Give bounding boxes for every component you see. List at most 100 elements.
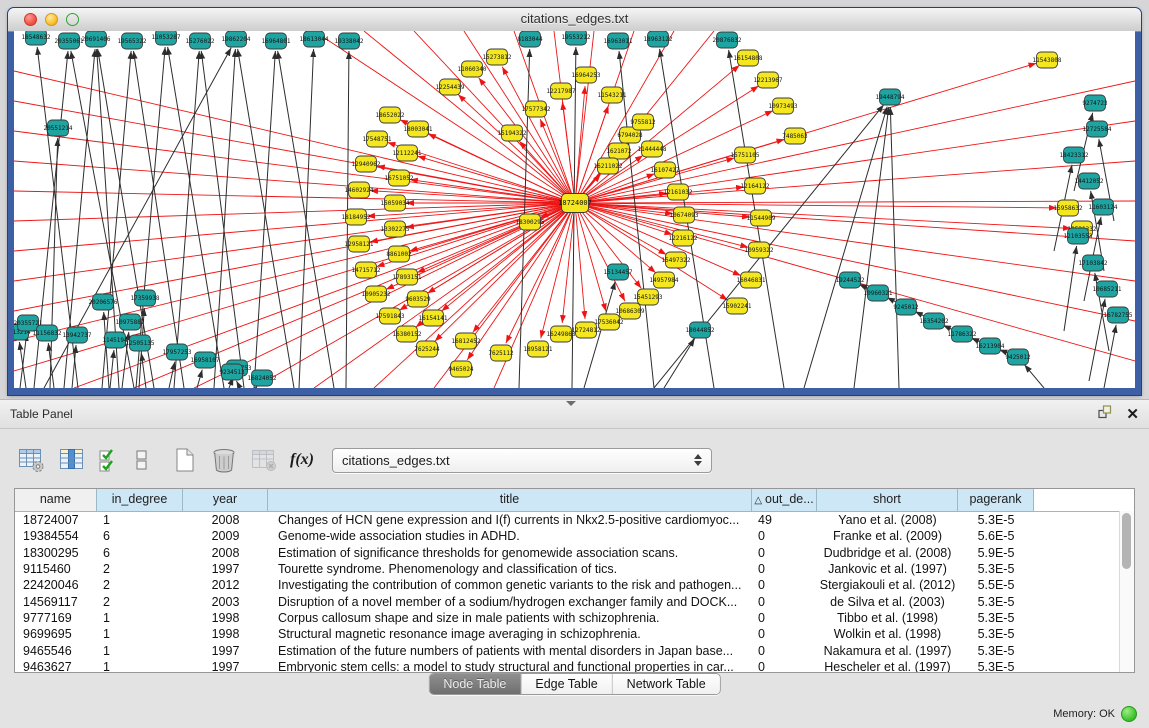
graph-node[interactable]: 19565322 (118, 33, 147, 49)
graph-node[interactable]: 13302275 (381, 221, 410, 237)
rows-icon[interactable] (134, 447, 150, 473)
graph-node[interactable]: 11156832 (33, 325, 62, 341)
table-row[interactable]: 2242004622012Investigating the contribut… (15, 577, 1134, 593)
column-header-in_degree[interactable]: in_degree (97, 489, 183, 511)
graph-node[interactable]: 17359938 (131, 290, 160, 306)
tab-node-table[interactable]: Node Table (429, 674, 521, 694)
column-header-pagerank[interactable]: pagerank (958, 489, 1034, 511)
graph-node[interactable]: 14412052 (1075, 173, 1104, 189)
graph-node[interactable]: 18184952 (342, 209, 371, 225)
graph-node[interactable]: 18423312 (1060, 147, 1089, 163)
graph-node[interactable]: 19448794 (876, 89, 905, 105)
graph-node[interactable]: 18963122 (644, 31, 673, 47)
graph-node[interactable]: 10686309 (616, 303, 645, 319)
graph-node[interactable]: 11060340 (458, 61, 487, 77)
window-titlebar[interactable]: citations_edges.txt (8, 8, 1141, 32)
graph-node[interactable]: 11053287 (152, 31, 181, 45)
minimize-window-icon[interactable] (45, 13, 58, 26)
graph-node[interactable]: 15751105 (731, 147, 760, 163)
graph-node[interactable]: 7485063 (782, 128, 808, 144)
graph-node[interactable]: 12103553 (1064, 228, 1093, 244)
graph-node[interactable]: 8183044 (517, 31, 543, 47)
row-check-icon[interactable] (98, 447, 122, 473)
graph-node[interactable]: 16964801 (262, 33, 291, 49)
graph-node[interactable]: 18003041 (404, 121, 433, 137)
tab-network-table[interactable]: Network Table (613, 674, 720, 694)
graph-node[interactable]: 18300295 (516, 214, 545, 230)
float-panel-icon[interactable] (1098, 405, 1112, 424)
graph-node[interactable]: 17893151 (393, 269, 422, 285)
network-canvas[interactable]: 1865202217548751129409621460292418184952… (14, 31, 1135, 388)
graph-node[interactable]: 9245012 (893, 299, 919, 315)
graph-node[interactable]: 11543211 (598, 87, 627, 103)
graph-node[interactable]: 12725584 (1083, 121, 1112, 137)
graph-node[interactable]: 16354202 (920, 313, 949, 329)
graph-node[interactable]: 9755812 (630, 114, 656, 130)
graph-node[interactable]: 10959322 (745, 242, 774, 258)
close-window-icon[interactable] (24, 13, 37, 26)
graph-node[interactable]: 16107427 (651, 162, 680, 178)
column-header-short[interactable]: short (817, 489, 958, 511)
graph-node[interactable]: 15059034 (381, 195, 410, 211)
graph-node[interactable]: 15451293 (634, 289, 663, 305)
graph-node[interactable]: 14602924 (345, 182, 374, 198)
graph-node[interactable]: 15276022 (186, 33, 215, 49)
table-row[interactable]: 946362711997Embryonic stem cells: a mode… (15, 659, 1134, 673)
graph-node[interactable]: 15958632 (1054, 200, 1083, 216)
graph-node[interactable]: 15273812 (483, 49, 512, 65)
graph-node[interactable]: 9603529 (405, 291, 431, 307)
memory-status-icon[interactable] (1121, 706, 1137, 722)
graph-node[interactable]: 19862204 (222, 31, 251, 47)
graph-node[interactable]: 12940962 (352, 156, 381, 172)
graph-node[interactable]: 19338042 (335, 33, 364, 49)
graph-node[interactable]: 16211022 (594, 158, 623, 174)
graph-node[interactable]: 10960321 (864, 285, 893, 301)
function-icon[interactable]: f(x) (290, 451, 314, 469)
graph-node[interactable]: 16824052 (248, 370, 277, 386)
graph-node[interactable]: 20876832 (713, 32, 742, 48)
graph-node[interactable]: 10973493 (769, 98, 798, 114)
graph-node[interactable]: 20691406 (82, 31, 111, 47)
graph-node[interactable]: 8861002 (386, 246, 412, 262)
graph-node[interactable]: 18548632 (22, 31, 51, 45)
graph-node[interactable]: 9465024 (448, 361, 474, 377)
table-row[interactable]: 946554611997Estimation of the future num… (15, 642, 1134, 658)
graph-node[interactable]: 16751052 (385, 170, 414, 186)
graph-node[interactable]: 9274723 (1082, 95, 1108, 111)
graph-node[interactable]: 10905232 (362, 286, 391, 302)
graph-node[interactable]: 10685211 (1093, 281, 1122, 297)
vertical-scrollbar[interactable] (1119, 511, 1134, 672)
graph-node[interactable]: 16782755 (1104, 307, 1133, 323)
graph-node[interactable]: 20355061 (55, 33, 84, 49)
graph-node[interactable]: 16213904 (976, 338, 1005, 354)
graph-node[interactable]: 12958121 (345, 236, 374, 252)
graph-node[interactable]: 9425012 (1005, 349, 1031, 365)
graph-node[interactable]: 12112241 (393, 145, 422, 161)
graph-node[interactable]: 10975887 (116, 314, 145, 330)
column-header-out_de[interactable]: △out_de... (752, 489, 817, 511)
graph-node[interactable]: 16380152 (393, 326, 422, 342)
column-select-icon[interactable] (58, 447, 86, 473)
column-header-title[interactable]: title (268, 489, 752, 511)
graph-node[interactable]: 15134457 (604, 264, 633, 280)
graph-node[interactable]: 19244522 (836, 272, 865, 288)
close-panel-icon[interactable]: ✕ (1126, 407, 1139, 422)
graph-node[interactable]: 18958121 (524, 341, 553, 357)
graph-node[interactable]: 14957984 (650, 272, 679, 288)
graph-node[interactable]: 20206576 (89, 294, 118, 310)
graph-node[interactable]: 18044852 (686, 322, 715, 338)
zoom-window-icon[interactable] (66, 13, 79, 26)
graph-node[interactable]: 1145194 (102, 332, 128, 348)
graph-node[interactable]: 12724812 (572, 322, 601, 338)
table-row[interactable]: 1830029562008Estimation of significance … (15, 545, 1134, 561)
graph-node[interactable]: 7625244 (414, 341, 440, 357)
graph-node[interactable]: 12217987 (547, 83, 576, 99)
column-header-name[interactable]: name (15, 489, 97, 511)
graph-node[interactable]: 16812452 (452, 333, 481, 349)
graph-node[interactable]: 12216122 (669, 230, 698, 246)
splitter-grip-icon[interactable] (566, 401, 576, 406)
graph-node[interactable]: 16154141 (419, 310, 448, 326)
graph-node[interactable]: 16046831 (737, 272, 766, 288)
graph-node[interactable]: 15902241 (723, 298, 752, 314)
citation-network-graph[interactable]: 1865202217548751129409621460292418184952… (14, 31, 1135, 388)
